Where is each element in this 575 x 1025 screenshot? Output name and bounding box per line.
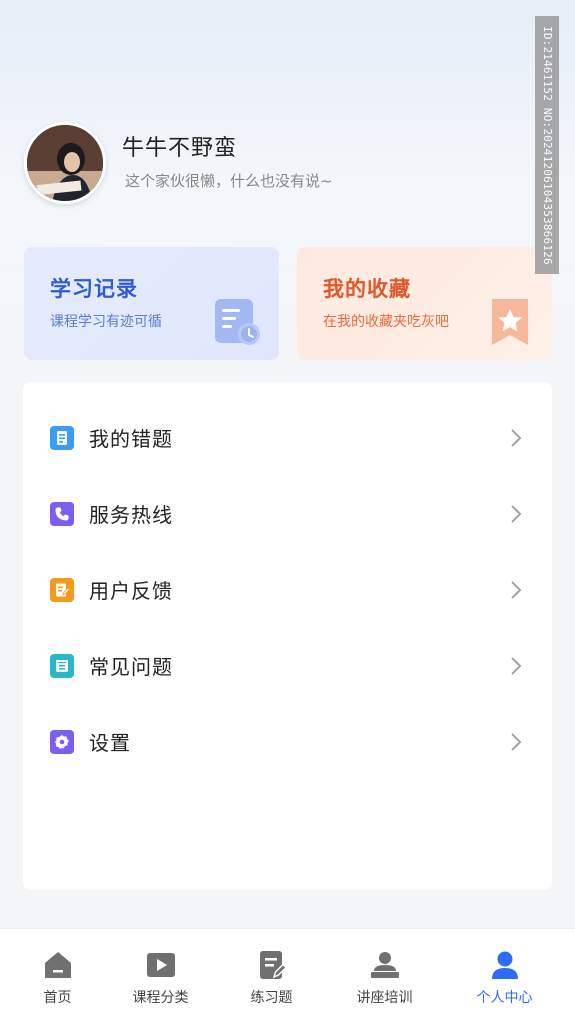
favorites-subtitle: 在我的收藏夹吃灰吧 (323, 314, 449, 330)
menu-item-wrong-questions[interactable]: 我的错题 (23, 408, 552, 468)
phone-icon (50, 502, 74, 526)
favorites-title: 我的收藏 (323, 277, 411, 301)
faq-icon (50, 654, 74, 678)
tab-label: 首页 (43, 990, 72, 1006)
favorites-card[interactable]: 我的收藏 在我的收藏夹吃灰吧 (297, 247, 552, 360)
avatar[interactable] (24, 122, 106, 204)
home-icon (45, 952, 71, 978)
bookmark-star-icon (492, 299, 528, 345)
tab-label: 课程分类 (132, 990, 189, 1006)
menu-item-settings[interactable]: 设置 (23, 712, 552, 772)
wrong-questions-icon (50, 426, 74, 450)
menu-list: 我的错题 服务热线 用户反馈 常见问题 设置 (23, 382, 552, 890)
study-record-icon (215, 299, 260, 345)
exercise-icon (260, 951, 288, 979)
chevron-right-icon (511, 657, 522, 675)
watermark-id: ID:21461152 NO:20241206104353866126 (535, 16, 559, 274)
tab-lectures[interactable]: 讲座培训 (327, 929, 442, 1025)
tab-label: 练习题 (250, 990, 293, 1006)
study-record-card[interactable]: 学习记录 课程学习有迹可循 (24, 247, 279, 360)
user-bio: 这个家伙很懒，什么也没有说~ (125, 172, 333, 190)
menu-item-label: 我的错题 (89, 427, 173, 451)
menu-item-label: 服务热线 (89, 503, 173, 527)
menu-item-label: 设置 (89, 731, 131, 755)
gear-icon (50, 730, 74, 754)
tab-home[interactable]: 首页 (0, 929, 115, 1025)
profile-section[interactable]: 牛牛不野蛮 这个家伙很懒，什么也没有说~ (24, 122, 524, 206)
lecture-icon (371, 952, 399, 978)
chevron-right-icon (511, 581, 522, 599)
user-icon (492, 951, 518, 979)
chevron-right-icon (511, 429, 522, 447)
username: 牛牛不野蛮 (122, 136, 238, 161)
menu-item-label: 常见问题 (89, 655, 173, 679)
menu-item-feedback[interactable]: 用户反馈 (23, 560, 552, 620)
play-icon (147, 953, 175, 977)
study-record-subtitle: 课程学习有迹可循 (50, 314, 162, 330)
chevron-right-icon (511, 505, 522, 523)
menu-item-hotline[interactable]: 服务热线 (23, 484, 552, 544)
study-record-title: 学习记录 (50, 277, 138, 301)
menu-item-faq[interactable]: 常见问题 (23, 636, 552, 696)
menu-item-label: 用户反馈 (89, 579, 173, 603)
bottom-tab-bar: 首页 课程分类 练习题 讲座培训 个人中心 (0, 928, 575, 1025)
tab-personal-center[interactable]: 个人中心 (447, 929, 562, 1025)
tab-label: 讲座培训 (356, 990, 413, 1006)
feedback-icon (50, 578, 74, 602)
chevron-right-icon (511, 733, 522, 751)
tab-exercises[interactable]: 练习题 (214, 929, 329, 1025)
tab-course-category[interactable]: 课程分类 (103, 929, 218, 1025)
tab-label: 个人中心 (476, 990, 533, 1006)
